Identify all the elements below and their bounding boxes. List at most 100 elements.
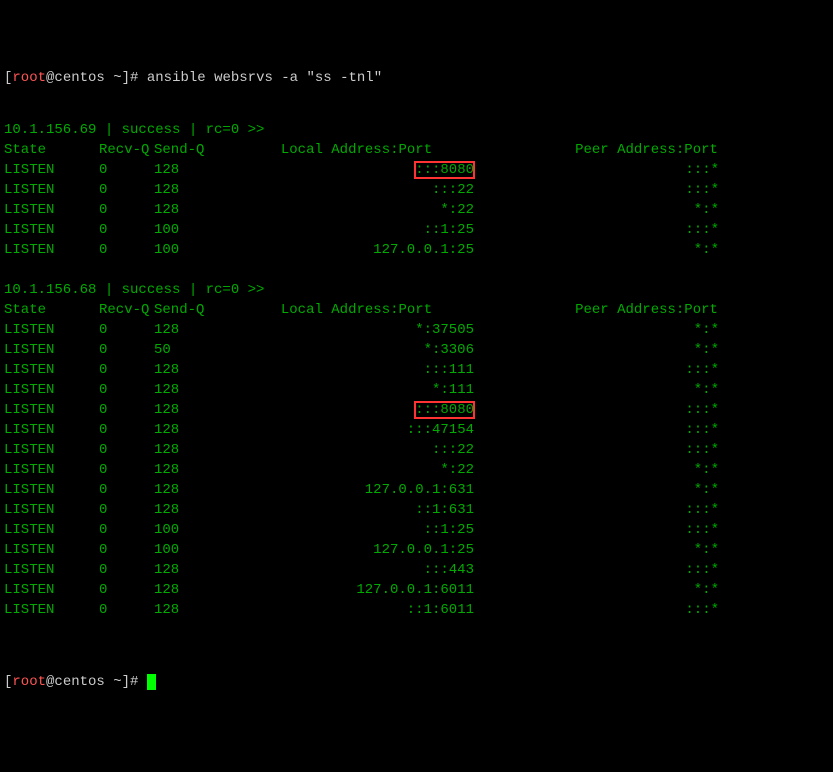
cell-local-address: ::1:631	[239, 500, 474, 520]
cell-peer-address: :::*	[574, 180, 719, 200]
cell-sendq: 100	[154, 220, 239, 240]
cell-local-address: :::47154	[239, 420, 474, 440]
cell-sendq: 128	[154, 460, 239, 480]
cell-peer-address: *:*	[574, 460, 719, 480]
cell-peer-address: *:*	[574, 340, 719, 360]
cell-peer-address: :::*	[574, 160, 719, 180]
col-state-header: State	[4, 300, 99, 320]
host-status-line: 10.1.156.69 | success | rc=0 >>	[4, 120, 829, 140]
cell-recvq: 0	[99, 320, 154, 340]
cell-recvq: 0	[99, 180, 154, 200]
cell-peer-address: :::*	[574, 520, 719, 540]
blank-line	[4, 620, 829, 640]
blank-line	[4, 260, 829, 280]
col-sendq-header: Send-Q	[154, 300, 239, 320]
cell-local-address: ::1:6011	[239, 600, 474, 620]
table-row: LISTEN050*:3306*:*	[4, 340, 829, 360]
cell-recvq: 0	[99, 520, 154, 540]
cell-sendq: 100	[154, 540, 239, 560]
table-row: LISTEN0128:::8080:::*	[4, 400, 829, 420]
host-status-line: 10.1.156.68 | success | rc=0 >>	[4, 280, 829, 300]
cell-peer-address: :::*	[574, 420, 719, 440]
cell-sendq: 128	[154, 200, 239, 220]
cell-recvq: 0	[99, 560, 154, 580]
cell-recvq: 0	[99, 500, 154, 520]
table-row: LISTEN0128*:22*:*	[4, 460, 829, 480]
cell-state: LISTEN	[4, 360, 99, 380]
cell-sendq: 128	[154, 440, 239, 460]
cell-peer-address: :::*	[574, 560, 719, 580]
table-row: LISTEN0128:::111:::*	[4, 360, 829, 380]
cell-state: LISTEN	[4, 580, 99, 600]
cell-peer-address: *:*	[574, 200, 719, 220]
command-text: ansible websrvs -a "ss -tnl"	[147, 70, 382, 86]
table-row: LISTEN0128::1:6011:::*	[4, 600, 829, 620]
cell-recvq: 0	[99, 380, 154, 400]
table-row: LISTEN0128:::22:::*	[4, 180, 829, 200]
table-row: LISTEN0128:::47154:::*	[4, 420, 829, 440]
cell-sendq: 128	[154, 580, 239, 600]
table-row: LISTEN0100127.0.0.1:25*:*	[4, 540, 829, 560]
cell-local-address: :::8080	[239, 160, 474, 180]
cell-sendq: 50	[154, 340, 239, 360]
table-row: LISTEN0128:::8080:::*	[4, 160, 829, 180]
col-local-header: Local Address:Port	[239, 300, 474, 320]
cell-sendq: 128	[154, 480, 239, 500]
cell-peer-address: :::*	[574, 600, 719, 620]
cell-local-address: :::443	[239, 560, 474, 580]
cell-recvq: 0	[99, 340, 154, 360]
col-recvq-header: Recv-Q	[99, 140, 154, 160]
cell-state: LISTEN	[4, 520, 99, 540]
prompt-line-1: [root@centos ~]# ansible websrvs -a "ss …	[4, 68, 829, 88]
cell-state: LISTEN	[4, 240, 99, 260]
cell-recvq: 0	[99, 540, 154, 560]
cell-sendq: 128	[154, 360, 239, 380]
cell-state: LISTEN	[4, 380, 99, 400]
cell-sendq: 128	[154, 180, 239, 200]
cell-state: LISTEN	[4, 560, 99, 580]
cell-local-address: *:37505	[239, 320, 474, 340]
col-peer-header: Peer Address:Port	[574, 300, 719, 320]
cell-state: LISTEN	[4, 400, 99, 420]
col-state-header: State	[4, 140, 99, 160]
terminal-output: 10.1.156.69 | success | rc=0 >>StateRecv…	[4, 120, 829, 640]
table-header: StateRecv-QSend-QLocal Address:Port Peer …	[4, 300, 829, 320]
cell-recvq: 0	[99, 360, 154, 380]
table-row: LISTEN0100127.0.0.1:25*:*	[4, 240, 829, 260]
table-row: LISTEN0128127.0.0.1:6011*:*	[4, 580, 829, 600]
prompt-user: root	[12, 70, 46, 86]
prompt-line-2[interactable]: [root@centos ~]#	[4, 672, 829, 692]
prompt-host: centos	[54, 70, 113, 86]
cell-recvq: 0	[99, 480, 154, 500]
cell-sendq: 128	[154, 320, 239, 340]
table-row: LISTEN0128:::443:::*	[4, 560, 829, 580]
cell-peer-address: *:*	[574, 320, 719, 340]
cell-local-address: ::1:25	[239, 520, 474, 540]
prompt-close: ]#	[122, 70, 147, 86]
cell-state: LISTEN	[4, 160, 99, 180]
table-row: LISTEN0128:::22:::*	[4, 440, 829, 460]
table-header: StateRecv-QSend-QLocal Address:PortPeer …	[4, 140, 829, 160]
table-row: LISTEN0100::1:25:::*	[4, 220, 829, 240]
cell-sendq: 128	[154, 600, 239, 620]
cell-local-address: ::1:25	[239, 220, 474, 240]
col-sendq-header: Send-Q	[154, 140, 239, 160]
cell-peer-address: :::*	[574, 220, 719, 240]
cursor-icon	[147, 674, 156, 690]
cell-state: LISTEN	[4, 540, 99, 560]
cell-recvq: 0	[99, 420, 154, 440]
cell-state: LISTEN	[4, 460, 99, 480]
cell-local-address: 127.0.0.1:6011	[239, 580, 474, 600]
table-row: LISTEN0128*:37505*:*	[4, 320, 829, 340]
cell-local-address: *:22	[239, 460, 474, 480]
cell-recvq: 0	[99, 200, 154, 220]
cell-local-address: *:111	[239, 380, 474, 400]
cell-sendq: 128	[154, 160, 239, 180]
cell-local-address: :::22	[239, 440, 474, 460]
cell-sendq: 128	[154, 560, 239, 580]
cell-peer-address: *:*	[574, 380, 719, 400]
table-row: LISTEN0100::1:25:::*	[4, 520, 829, 540]
cell-state: LISTEN	[4, 340, 99, 360]
col-recvq-header: Recv-Q	[99, 300, 154, 320]
cell-peer-address: :::*	[574, 360, 719, 380]
